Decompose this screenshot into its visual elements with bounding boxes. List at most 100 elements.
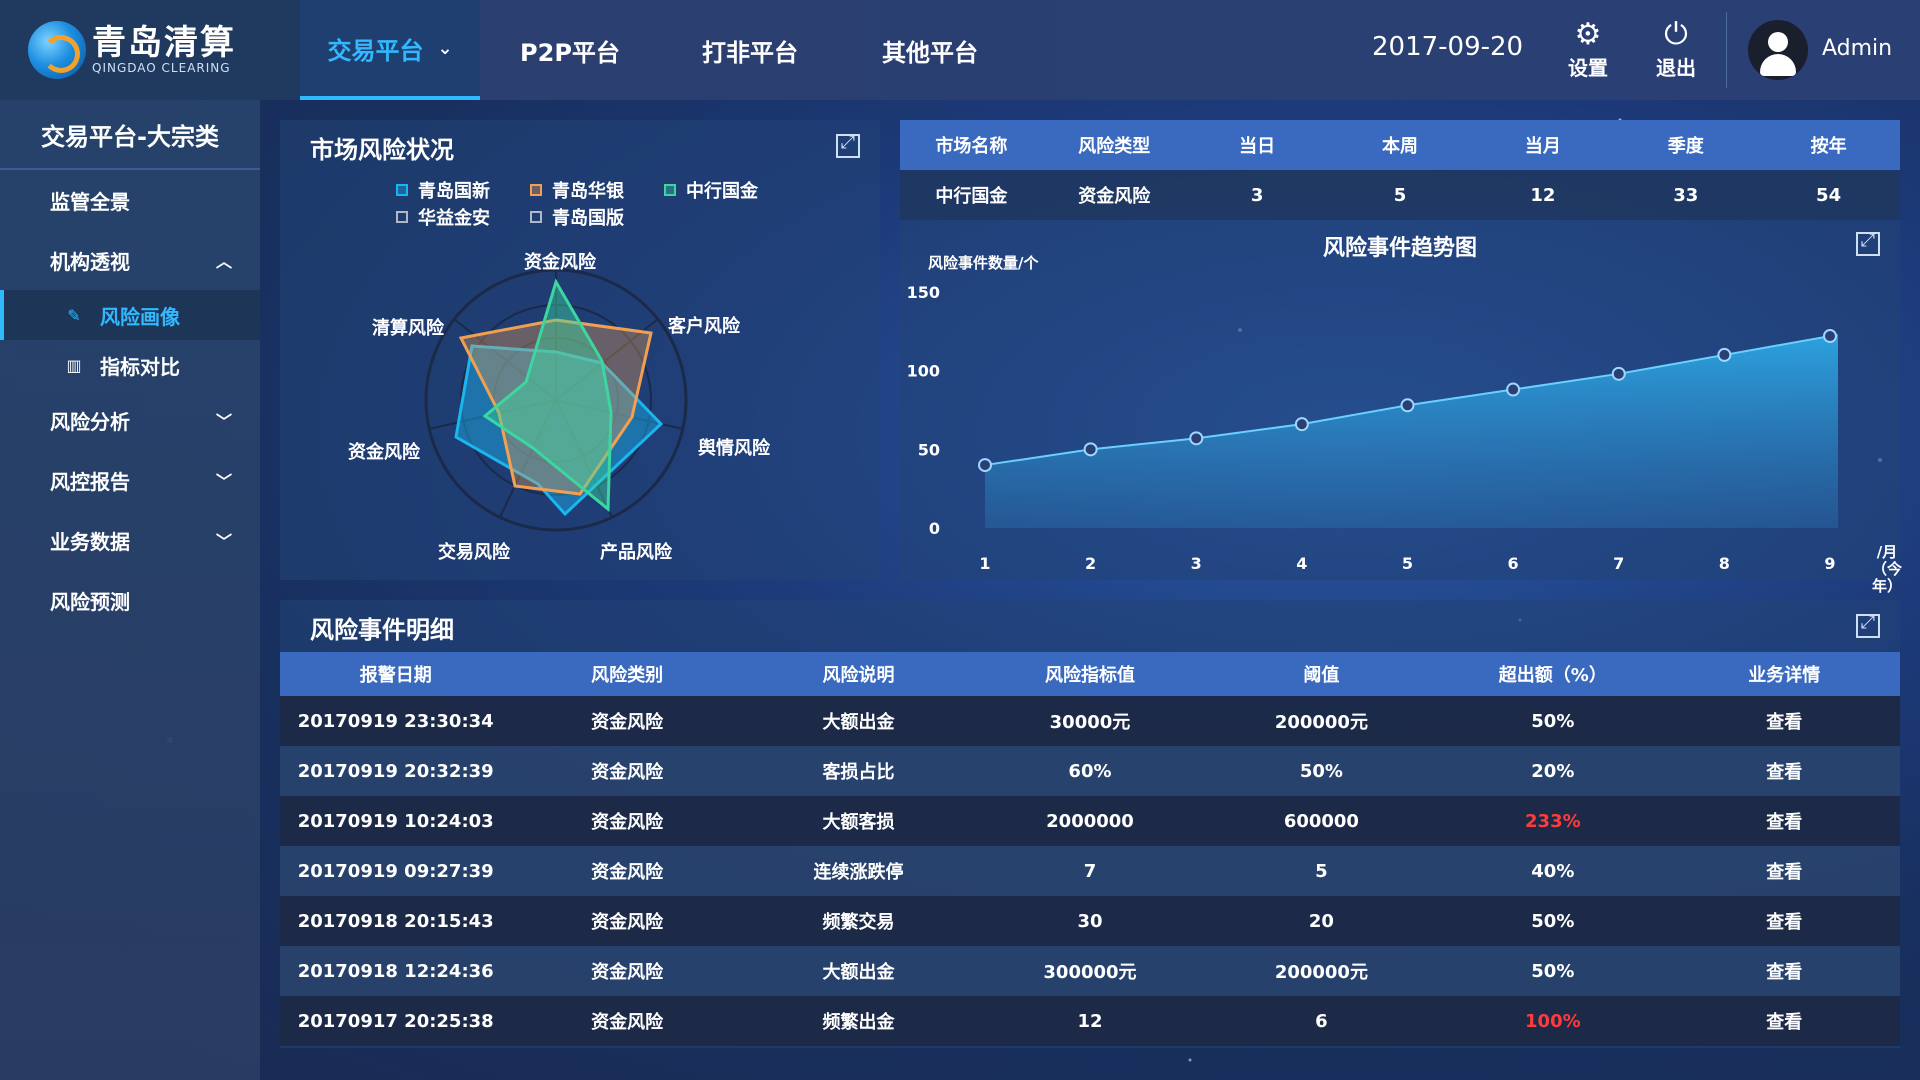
radar-axis-label: 清算风险: [372, 318, 444, 339]
table-cell: 资金风险: [591, 812, 664, 833]
expand-icon[interactable]: [1856, 612, 1880, 638]
expand-icon[interactable]: [836, 132, 860, 158]
table-row[interactable]: 20170919 23:30:34 资金风险 大额出金 30000元 200000元 50…: [280, 696, 1900, 746]
table-row[interactable]: 20170919 09:27:39 资金风险 连续涨跌停 7 5 40% 查看: [280, 846, 1900, 896]
x-tick-label: 1: [979, 554, 990, 573]
sidebar-item-risk-analysis[interactable]: 风险分析 ﹀: [0, 390, 260, 450]
chevron-down-icon: ﹀: [215, 472, 232, 491]
table-cell: 33: [1673, 184, 1699, 206]
table-cell: 300000元: [1043, 962, 1137, 983]
current-date: 2017-09-20: [1372, 32, 1524, 62]
nav-tab-illegal[interactable]: 打非平台: [660, 0, 840, 100]
trend-chart: 0 50 100 150 1 2 3 4 5 6 7 8 9: [907, 283, 1838, 573]
table-cell: 客损占比: [822, 762, 895, 783]
sidebar-item-overview[interactable]: 监管全景: [0, 170, 260, 230]
table-cell: 中行国金: [935, 186, 1008, 207]
table-cell: 50%: [1531, 710, 1575, 732]
table-cell: 600000: [1283, 810, 1359, 832]
legend-label: 华益金安: [418, 207, 490, 229]
sidebar-item-risk-forecast[interactable]: 风险预测: [0, 570, 260, 630]
table-header-cell: 业务详情: [1748, 665, 1821, 686]
table-cell: 20: [1308, 910, 1334, 932]
logo[interactable]: 青岛清算 QINGDAO CLEARING: [0, 0, 300, 100]
view-details-link[interactable]: 查看: [1669, 946, 1900, 996]
table-cell: 6: [1315, 1010, 1328, 1032]
radar-axis-label: 资金风险: [348, 442, 420, 463]
table-cell: 5: [1393, 184, 1407, 206]
view-details-link[interactable]: 查看: [1669, 796, 1900, 846]
sidebar-item-label: 风险分析: [50, 409, 130, 434]
x-tick-label: 5: [1402, 554, 1413, 573]
nav-tab-p2p[interactable]: P2P平台: [480, 0, 660, 100]
data-point[interactable]: [1400, 398, 1415, 413]
table-cell: 200000元: [1274, 962, 1368, 983]
table-header-cell: 按年: [1810, 136, 1847, 157]
sidebar-item-label: 指标对比: [100, 354, 180, 379]
table-header-cell: 风险指标值: [1044, 665, 1135, 686]
data-point[interactable]: [1611, 366, 1626, 381]
settings-button[interactable]: ⚙ 设置: [1558, 18, 1618, 81]
nav-tab-trading[interactable]: 交易平台 ⌄: [300, 0, 480, 100]
chevron-down-icon: ﹀: [215, 532, 232, 551]
table-cell: 5: [1315, 860, 1328, 882]
table-cell: 50%: [1531, 910, 1575, 932]
legend-item[interactable]: 青岛国版: [530, 204, 664, 230]
legend-item[interactable]: 华益金安: [396, 204, 530, 230]
view-details-link[interactable]: 查看: [1669, 996, 1900, 1046]
data-point[interactable]: [1506, 382, 1521, 397]
table-cell: 54: [1816, 184, 1842, 206]
view-details-link[interactable]: 查看: [1669, 696, 1900, 746]
legend-label: 青岛国新: [418, 180, 490, 202]
x-tick-label: 3: [1191, 554, 1202, 573]
view-details-link[interactable]: 查看: [1669, 846, 1900, 896]
sidebar-item-institution[interactable]: 机构透视 ︿: [0, 230, 260, 290]
detail-table-header: 报警日期 风险类别 风险说明 风险指标值 阈值 超出额（%） 业务详情: [280, 652, 1900, 696]
y-tick-label: 150: [907, 283, 940, 302]
sidebar-item-risk-profile[interactable]: ✎ 风险画像: [0, 290, 260, 340]
nav-tab-label: 打非平台: [702, 38, 798, 67]
sidebar-item-risk-report[interactable]: 风控报告 ﹀: [0, 450, 260, 510]
avatar[interactable]: [1748, 20, 1808, 80]
table-row[interactable]: 中行国金 资金风险 3 5 12 33 54: [900, 170, 1900, 220]
table-cell: 7: [1083, 860, 1097, 882]
sidebar-item-label: 业务数据: [50, 529, 130, 554]
data-point[interactable]: [1717, 347, 1732, 362]
data-point[interactable]: [978, 458, 992, 473]
sidebar-item-business-data[interactable]: 业务数据 ﹀: [0, 510, 260, 570]
table-row[interactable]: 20170919 10:24:03 资金风险 大额客损 2000000 600000 23…: [280, 796, 1900, 846]
radar-legend: 青岛国新 青岛华银 中行国金 华益金安 青岛国版: [396, 176, 816, 230]
table-cell: 20%: [1531, 760, 1575, 782]
data-point[interactable]: [1083, 442, 1098, 457]
legend-item[interactable]: 青岛国新: [396, 177, 530, 203]
sidebar: 交易平台-大宗类 监管全景 机构透视 ︿ ✎ 风险画像 ▥ 指标对比 风险分析 …: [0, 100, 260, 1080]
expand-icon[interactable]: [1856, 230, 1880, 256]
table-row[interactable]: 20170919 20:32:39 资金风险 客损占比 60% 50% 20% 查看: [280, 746, 1900, 796]
username[interactable]: Admin: [1822, 36, 1892, 61]
market-table: 市场名称 风险类型 当日 本周 当月 季度 按年 中行国金 资金风险 3 5 1…: [900, 120, 1900, 220]
data-point[interactable]: [1823, 329, 1837, 344]
table-row[interactable]: 20170918 20:15:43 资金风险 频繁交易 30 20 50% 查看: [280, 896, 1900, 946]
table-row[interactable]: 20170918 12:24:36 资金风险 大额出金 300000元 200000元 5…: [280, 946, 1900, 996]
legend-item[interactable]: 中行国金: [664, 177, 798, 203]
table-header-cell: 本周: [1382, 136, 1418, 157]
detail-table-body: 20170919 23:30:34 资金风险 大额出金 30000元 200000元 50…: [280, 696, 1900, 1046]
sidebar-item-label: 机构透视: [50, 249, 130, 274]
data-point[interactable]: [1294, 417, 1309, 432]
table-row[interactable]: 20170917 20:25:38 资金风险 频繁出金 12 6 100% 查看: [280, 996, 1900, 1046]
view-details-link[interactable]: 查看: [1669, 746, 1900, 796]
table-cell: 20170919 20:32:39: [297, 760, 494, 782]
table-cell: 资金风险: [591, 912, 664, 933]
chevron-up-icon: ︿: [215, 252, 232, 271]
table-header-cell: 阈值: [1303, 665, 1340, 686]
table-cell: 20170919 09:27:39: [297, 860, 494, 882]
sidebar-item-indicator-compare[interactable]: ▥ 指标对比: [0, 340, 260, 390]
table-cell: 40%: [1531, 860, 1575, 882]
panel-title: 风险事件明细: [310, 616, 454, 644]
data-point[interactable]: [1189, 431, 1204, 446]
table-cell: 资金风险: [591, 762, 664, 783]
view-details-link[interactable]: 查看: [1669, 896, 1900, 946]
legend-item[interactable]: 青岛华银: [530, 177, 664, 203]
nav-tab-other[interactable]: 其他平台: [840, 0, 1020, 100]
logout-button[interactable]: ⏻ 退出: [1646, 18, 1706, 81]
x-tick-label: 6: [1508, 554, 1519, 573]
